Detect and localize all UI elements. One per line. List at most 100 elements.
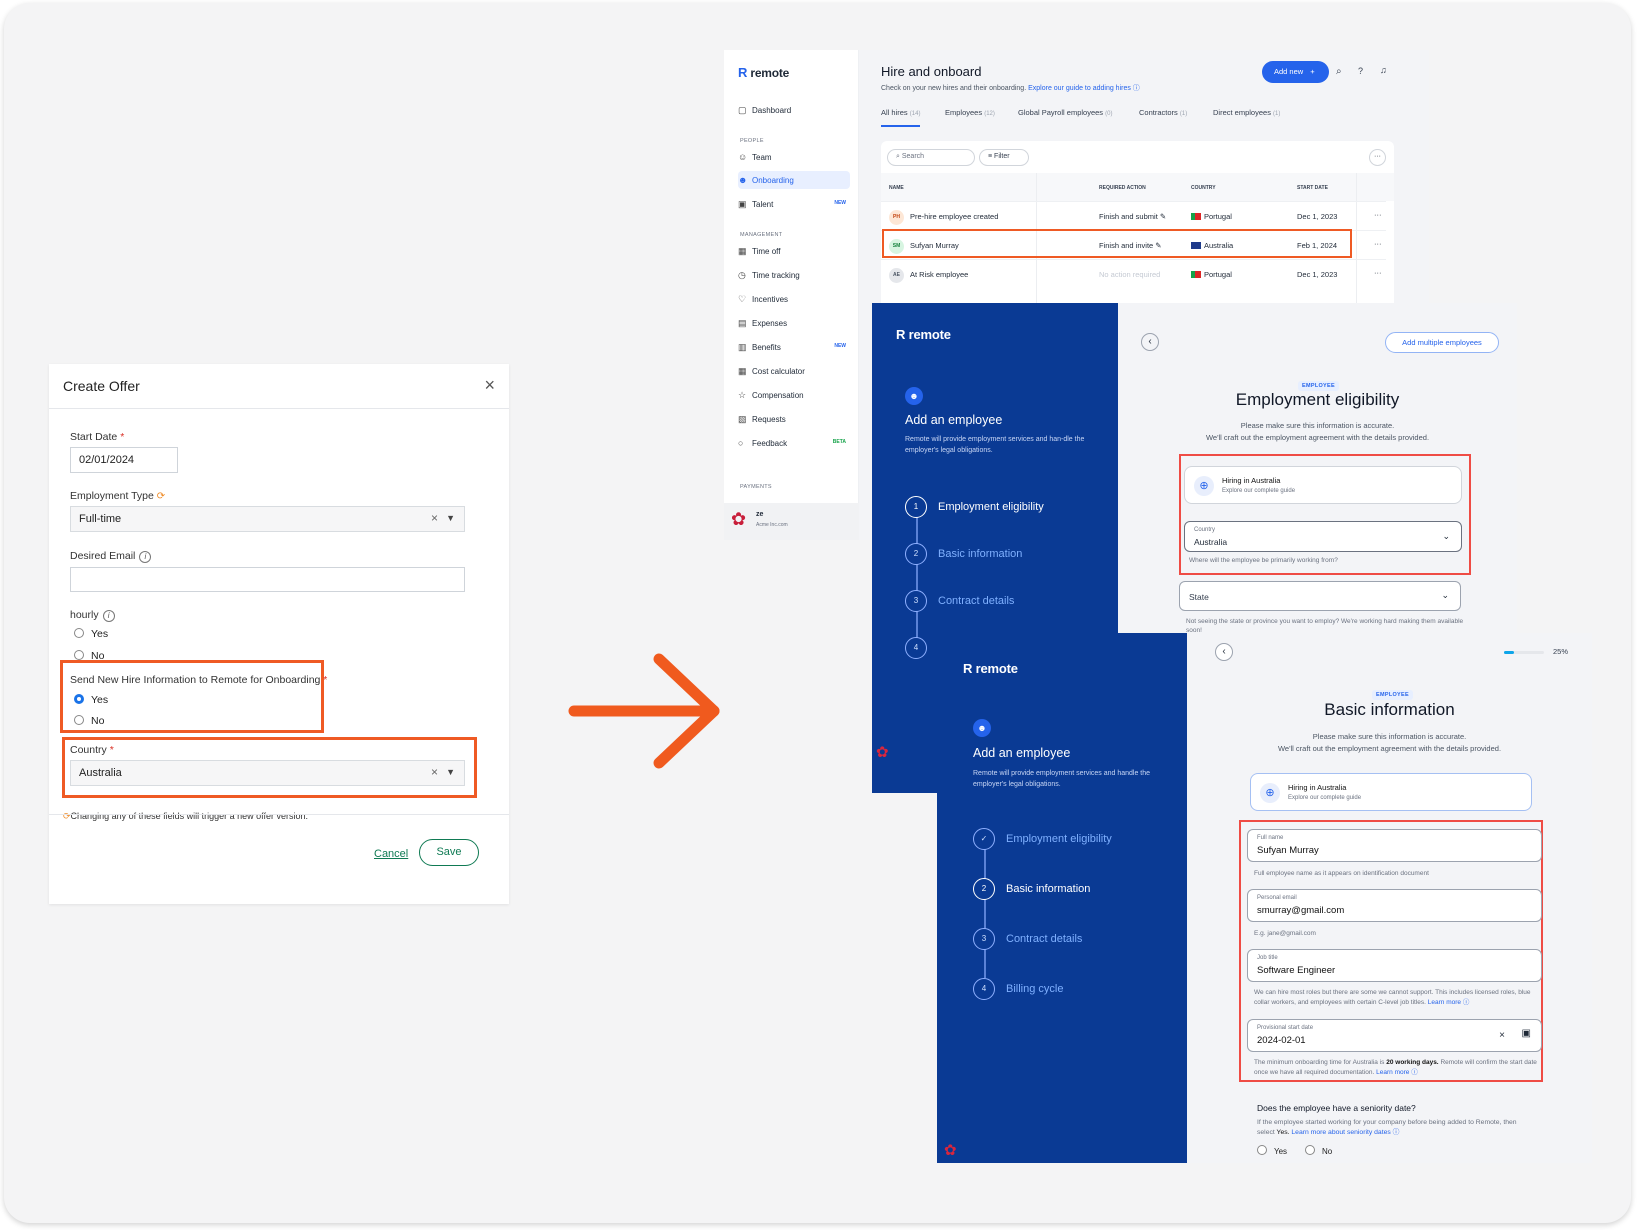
sidebar-item-time-tracking[interactable]: ◷ Time tracking — [738, 266, 850, 284]
basic-side-panel: R remote ☻ Add an employee Remote will p… — [937, 633, 1187, 1163]
chevron-down-icon: ⌄ — [1441, 590, 1449, 600]
chevron-down-icon[interactable]: ▼ — [446, 767, 455, 777]
tab-global-payroll[interactable]: Global Payroll employees (0) — [1018, 108, 1112, 117]
job-title-field[interactable]: Job title Software Engineer — [1247, 949, 1542, 982]
card-title: Hiring in Australia — [1222, 476, 1281, 485]
add-user-icon: ☻ — [973, 719, 991, 737]
dialog-header: Create Offer × — [49, 364, 509, 409]
new-badge: NEW — [834, 200, 846, 206]
state-select[interactable]: State ⌄ — [1179, 581, 1461, 611]
table-row[interactable]: PH Pre-hire employee created Finish and … — [881, 201, 1386, 230]
seniority-yes-radio[interactable]: Yes — [1257, 1145, 1287, 1156]
panel-description: Remote will provide employment services … — [973, 770, 1151, 788]
form-desc: Please make sure this information is acc… — [1240, 421, 1395, 430]
employment-type-select[interactable]: Full-time × ▼ — [70, 506, 465, 532]
calendar-icon[interactable]: ▣ — [1522, 1028, 1531, 1039]
check-icon: ✓ — [973, 828, 995, 850]
job-title-help: We can hire most roles but there are som… — [1254, 989, 1531, 1006]
back-button[interactable]: ‹ — [1215, 643, 1233, 661]
add-user-icon: ☻ — [905, 387, 923, 405]
personal-email-field[interactable]: Personal email smurray@gmail.com — [1247, 889, 1542, 922]
start-date-field[interactable]: Provisional start date 2024-02-01 × ▣ — [1247, 1019, 1542, 1052]
sidebar-item-dashboard[interactable]: ▢ Dashboard — [738, 101, 850, 119]
radio-circle-icon — [74, 715, 84, 725]
clear-icon[interactable]: × — [431, 765, 438, 779]
sidebar-item-benefits[interactable]: ▥ Benefits NEW — [738, 338, 850, 356]
tab-contractors[interactable]: Contractors (1) — [1139, 108, 1187, 117]
country-label: Country * — [70, 744, 114, 756]
form-title: Basic information — [1324, 700, 1455, 719]
avatar: ✿ — [876, 744, 889, 761]
basic-information-screen: R remote ☻ Add an employee Remote will p… — [937, 633, 1592, 1163]
clear-icon[interactable]: × — [1499, 1030, 1505, 1041]
chevron-down-icon[interactable]: ▼ — [446, 513, 455, 523]
hiring-guide-card[interactable]: ⊕ Hiring in Australia Explore our comple… — [1250, 773, 1532, 811]
dialog-footer — [49, 814, 509, 815]
arrow-right-icon — [568, 653, 720, 769]
guide-link[interactable]: Explore our guide to adding hires — [1028, 85, 1131, 92]
seniority-help: If the employee started working for your… — [1257, 1119, 1517, 1136]
tab-employees[interactable]: Employees (12) — [945, 108, 995, 117]
card-title: Hiring in Australia — [1288, 783, 1347, 792]
start-date-input[interactable]: 02/01/2024 — [70, 447, 178, 473]
form-desc: We'll craft out the employment agreement… — [1205, 433, 1430, 442]
sidebar-item-compensation[interactable]: ☆ Compensation — [738, 386, 850, 404]
info-icon: i — [139, 551, 152, 563]
bell-icon[interactable]: ♫ — [1380, 65, 1387, 75]
row-country: Portugal — [1191, 270, 1232, 279]
learn-more-link[interactable]: Learn more — [1428, 999, 1461, 1006]
close-icon[interactable]: × — [484, 375, 495, 396]
pencil-icon: ✎ — [1159, 212, 1167, 221]
hiring-guide-card[interactable]: ⊕ Hiring in Australia Explore our comple… — [1184, 466, 1462, 504]
sidebar-item-requests[interactable]: ▧ Requests — [738, 410, 850, 428]
country-select[interactable]: Australia × ▼ — [70, 760, 465, 786]
country-select[interactable]: Country Australia ⌄ — [1184, 521, 1462, 552]
portugal-flag-icon — [1191, 213, 1201, 220]
dashboard-icon: ▢ — [738, 105, 747, 115]
seniority-learn-more-link[interactable]: Learn more about seniority dates — [1291, 1129, 1390, 1136]
seniority-no-radio[interactable]: No — [1305, 1145, 1332, 1156]
tab-direct-employees[interactable]: Direct employees (1) — [1213, 108, 1280, 117]
user-card[interactable]: ✿ ze Acme Inc.com — [724, 503, 859, 540]
radio-circle-icon — [74, 650, 84, 660]
search-input[interactable]: ⌕ Search — [887, 149, 975, 166]
hourly-label: hourly i — [70, 609, 115, 622]
row-name: Pre-hire employee created — [910, 212, 999, 221]
briefcase-icon: ▣ — [738, 199, 747, 209]
full-name-field[interactable]: Full name Sufyan Murray — [1247, 829, 1542, 862]
help-icon[interactable]: ? — [1358, 66, 1363, 76]
send-no-radio[interactable]: No — [74, 715, 104, 727]
offer-warning: ⟳Changing any of these fields will trigg… — [63, 811, 309, 821]
filter-button[interactable]: ≡ Filter — [979, 149, 1029, 166]
add-multiple-employees-button[interactable]: Add multiple employees — [1385, 332, 1499, 353]
sidebar-item-onboarding[interactable]: ☻ Onboarding — [738, 171, 850, 189]
radio-label: Yes — [91, 628, 109, 640]
tab-all-hires[interactable]: All hires (14) — [881, 108, 921, 127]
sidebar-item-team[interactable]: ☺ Team — [738, 148, 850, 166]
add-new-button[interactable]: Add new + — [1262, 61, 1329, 83]
sidebar-item-cost-calculator[interactable]: ▦ Cost calculator — [738, 362, 850, 380]
sidebar-item-incentives[interactable]: ♡ Incentives — [738, 290, 850, 308]
learn-more-link[interactable]: Learn more — [1376, 1069, 1409, 1076]
more-options-icon[interactable]: ··· — [1369, 149, 1386, 166]
globe-icon: ⊕ — [1260, 783, 1280, 803]
row-date: Dec 1, 2023 — [1297, 270, 1338, 279]
search-icon[interactable]: ⌕ — [1336, 66, 1342, 77]
cancel-link[interactable]: Cancel — [374, 848, 408, 860]
sidebar-item-feedback[interactable]: ○ Feedback BETA — [738, 434, 850, 452]
back-button[interactable]: ‹ — [1141, 333, 1159, 351]
sidebar-item-time-off[interactable]: ▦ Time off — [738, 242, 850, 260]
beta-badge: BETA — [832, 439, 846, 445]
info-icon: ⓘ — [1392, 1129, 1400, 1136]
clear-icon[interactable]: × — [431, 511, 438, 525]
sidebar-item-expenses[interactable]: ▤ Expenses — [738, 314, 850, 332]
avatar: PH — [889, 210, 904, 225]
send-yes-radio[interactable]: Yes — [74, 694, 108, 706]
hourly-yes-radio[interactable]: Yes — [74, 628, 108, 640]
start-date-label: Start Date * — [70, 431, 125, 443]
info-icon: ⓘ — [1411, 1069, 1418, 1076]
desired-email-input[interactable] — [70, 567, 465, 592]
sidebar-item-talent[interactable]: ▣ Talent NEW — [738, 195, 850, 213]
save-button[interactable]: Save — [419, 839, 479, 866]
table-row[interactable]: AE At Risk employee No action required P… — [881, 259, 1386, 288]
